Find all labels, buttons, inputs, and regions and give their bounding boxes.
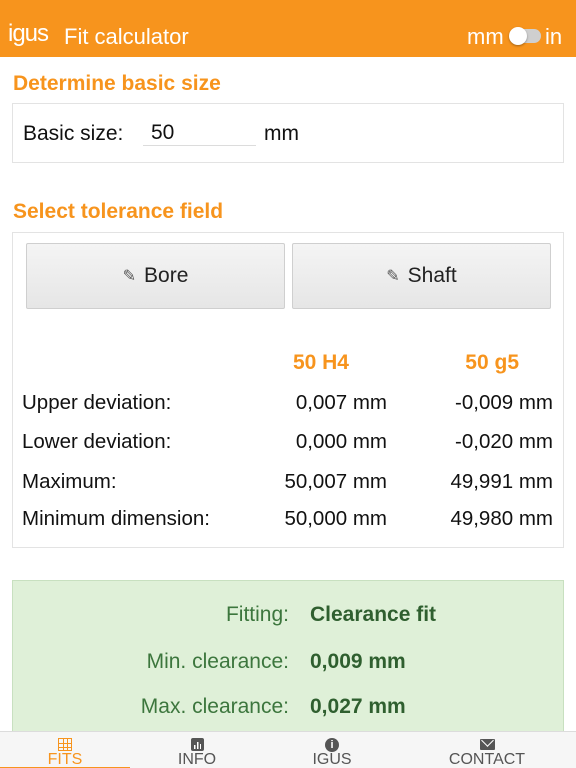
bore-minimum-dimension: 50,000 mm bbox=[284, 507, 387, 530]
app-title: Fit calculator bbox=[64, 24, 189, 49]
max-clearance-label: Max. clearance: bbox=[140, 695, 289, 718]
min-clearance-label: Min. clearance: bbox=[146, 650, 289, 673]
max-clearance-value: 0,027 mm bbox=[310, 695, 406, 718]
bore-button-label: Bore bbox=[144, 264, 189, 287]
bore-upper-deviation: 0,007 mm bbox=[295, 391, 387, 414]
unit-mm-label: mm bbox=[467, 24, 504, 49]
mail-icon bbox=[479, 739, 495, 751]
tolerance-title: Select tolerance field bbox=[13, 200, 224, 223]
pencil-icon: ✎ bbox=[386, 268, 400, 285]
shaft-maximum: 49,991 mm bbox=[450, 470, 553, 493]
tab-contact-label: CONTACT bbox=[448, 751, 526, 768]
unit-toggle[interactable] bbox=[509, 27, 541, 45]
bore-column-header: 50 H4 bbox=[292, 351, 349, 374]
shaft-lower-deviation: -0,020 mm bbox=[455, 430, 553, 453]
unit-in-label: in bbox=[545, 24, 563, 49]
basic-size-label: Basic size: bbox=[23, 122, 124, 145]
basic-size-title: Determine basic size bbox=[13, 72, 221, 95]
lower-deviation-label: Lower deviation: bbox=[22, 430, 172, 453]
basic-size-unit: mm bbox=[264, 122, 299, 145]
tab-info[interactable]: INFO bbox=[132, 732, 262, 768]
bottom-tab-bar: FITS INFO i IGUS CONTACT bbox=[0, 731, 576, 768]
upper-deviation-label: Upper deviation: bbox=[22, 391, 172, 414]
tab-fits[interactable]: FITS bbox=[0, 732, 130, 768]
igus-logo: igus bbox=[8, 20, 49, 47]
fitting-value: Clearance fit bbox=[310, 603, 437, 626]
shaft-column-header: 50 g5 bbox=[465, 351, 519, 374]
shaft-upper-deviation: -0,009 mm bbox=[455, 391, 553, 414]
tolerance-card: ✎ Bore ✎ Shaft 50 H4 50 g5 Upper deviati… bbox=[12, 232, 564, 548]
pencil-icon: ✎ bbox=[122, 268, 137, 285]
basic-size-input[interactable] bbox=[143, 120, 256, 146]
fitting-label: Fitting: bbox=[225, 603, 289, 626]
min-clearance-value: 0,009 mm bbox=[310, 650, 406, 673]
bore-lower-deviation: 0,000 mm bbox=[295, 430, 387, 453]
tab-info-label: INFO bbox=[177, 751, 217, 768]
basic-size-card: Basic size: mm bbox=[12, 103, 564, 163]
tab-igus-label: IGUS bbox=[312, 751, 352, 768]
tab-igus[interactable]: i IGUS bbox=[267, 732, 397, 768]
fit-result-card: Fitting: Clearance fit Min. clearance: 0… bbox=[12, 580, 564, 740]
shaft-minimum-dimension: 49,980 mm bbox=[450, 507, 553, 530]
tab-contact[interactable]: CONTACT bbox=[422, 732, 552, 768]
shaft-button-label: Shaft bbox=[407, 264, 457, 287]
grid-icon bbox=[58, 738, 72, 752]
shaft-button[interactable]: ✎ Shaft bbox=[292, 243, 551, 309]
app-header: igus Fit calculator mm in bbox=[0, 0, 576, 57]
minimum-dimension-label: Minimum dimension: bbox=[22, 507, 210, 530]
chart-icon bbox=[190, 738, 204, 752]
bore-button[interactable]: ✎ Bore bbox=[26, 243, 285, 309]
unit-toggle-knob bbox=[509, 27, 527, 45]
maximum-label: Maximum: bbox=[22, 470, 117, 493]
bore-maximum: 50,007 mm bbox=[284, 470, 387, 493]
info-icon: i bbox=[325, 737, 339, 752]
tab-fits-label: FITS bbox=[47, 751, 83, 768]
